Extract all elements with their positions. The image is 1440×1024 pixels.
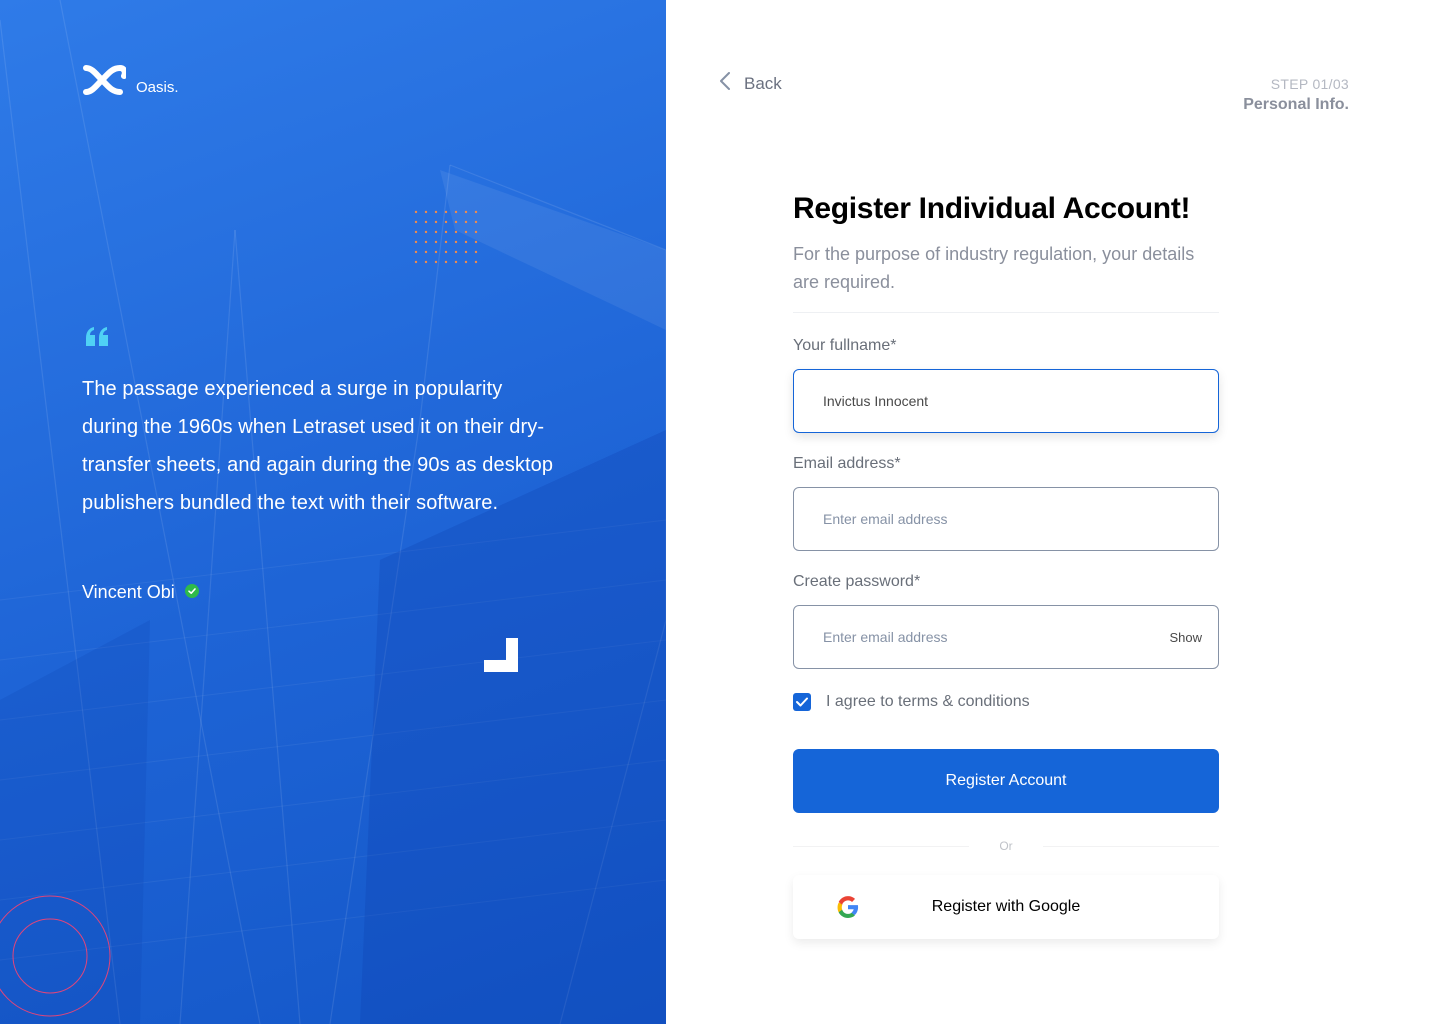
terms-row: I agree to terms & conditions — [793, 693, 1219, 711]
email-input[interactable]: Enter email address — [793, 487, 1219, 551]
page-subtitle: For the purpose of industry regulation, … — [793, 244, 1195, 292]
separator-line — [1042, 845, 1219, 847]
back-label: Back — [744, 73, 782, 93]
testimonial-author: Vincent Obi — [82, 582, 199, 603]
hero-panel: Oasis. The passage experienced a surge i… — [0, 0, 666, 1024]
email-placeholder: Enter email address — [823, 511, 948, 527]
author-name: Vincent Obi — [82, 582, 175, 602]
register-account-button[interactable]: Register Account — [793, 749, 1219, 813]
step-number: STEP 01/03 — [1270, 76, 1349, 92]
fullname-input[interactable]: Invictus Innocent — [793, 369, 1219, 433]
or-text: Or — [999, 839, 1013, 853]
circle-decoration — [0, 895, 111, 1017]
quote-icon — [86, 327, 108, 346]
terms-label[interactable]: I agree to terms & conditions — [826, 693, 1030, 711]
fullname-value: Invictus Innocent — [823, 393, 929, 409]
chevron-left-icon — [720, 72, 730, 95]
show-password-toggle[interactable]: Show — [1169, 630, 1218, 645]
dot-grid-decoration — [414, 210, 478, 264]
register-google-button[interactable]: Register with Google — [793, 875, 1219, 939]
oasis-logo-icon — [82, 64, 128, 101]
terms-checkbox[interactable] — [793, 693, 811, 711]
step-indicator: STEP 01/03 Personal Info. — [1243, 76, 1349, 114]
step-name: Personal Info. — [1243, 96, 1349, 113]
divider — [793, 312, 1219, 313]
password-label: Create password* — [793, 573, 921, 590]
google-icon — [837, 896, 859, 923]
check-circle-icon — [184, 582, 199, 603]
email-label: Email address* — [793, 455, 901, 472]
brand-name: Oasis. — [136, 79, 179, 96]
password-placeholder: Enter email address — [823, 629, 948, 645]
password-input[interactable]: Enter email address Show — [793, 605, 1219, 669]
register-form: Register Individual Account! For the pur… — [793, 192, 1219, 939]
testimonial-text: The passage experienced a surge in popul… — [82, 378, 554, 514]
brand-logo[interactable]: Oasis. — [82, 64, 179, 101]
or-separator: Or — [793, 839, 1219, 853]
google-label: Register with Google — [931, 898, 1081, 915]
fullname-label: Your fullname* — [793, 337, 897, 354]
page-title: Register Individual Account! — [793, 192, 1191, 225]
back-button[interactable]: Back — [720, 72, 782, 95]
separator-line — [793, 845, 970, 847]
checkmark-icon — [796, 697, 808, 707]
corner-decoration — [484, 638, 518, 672]
